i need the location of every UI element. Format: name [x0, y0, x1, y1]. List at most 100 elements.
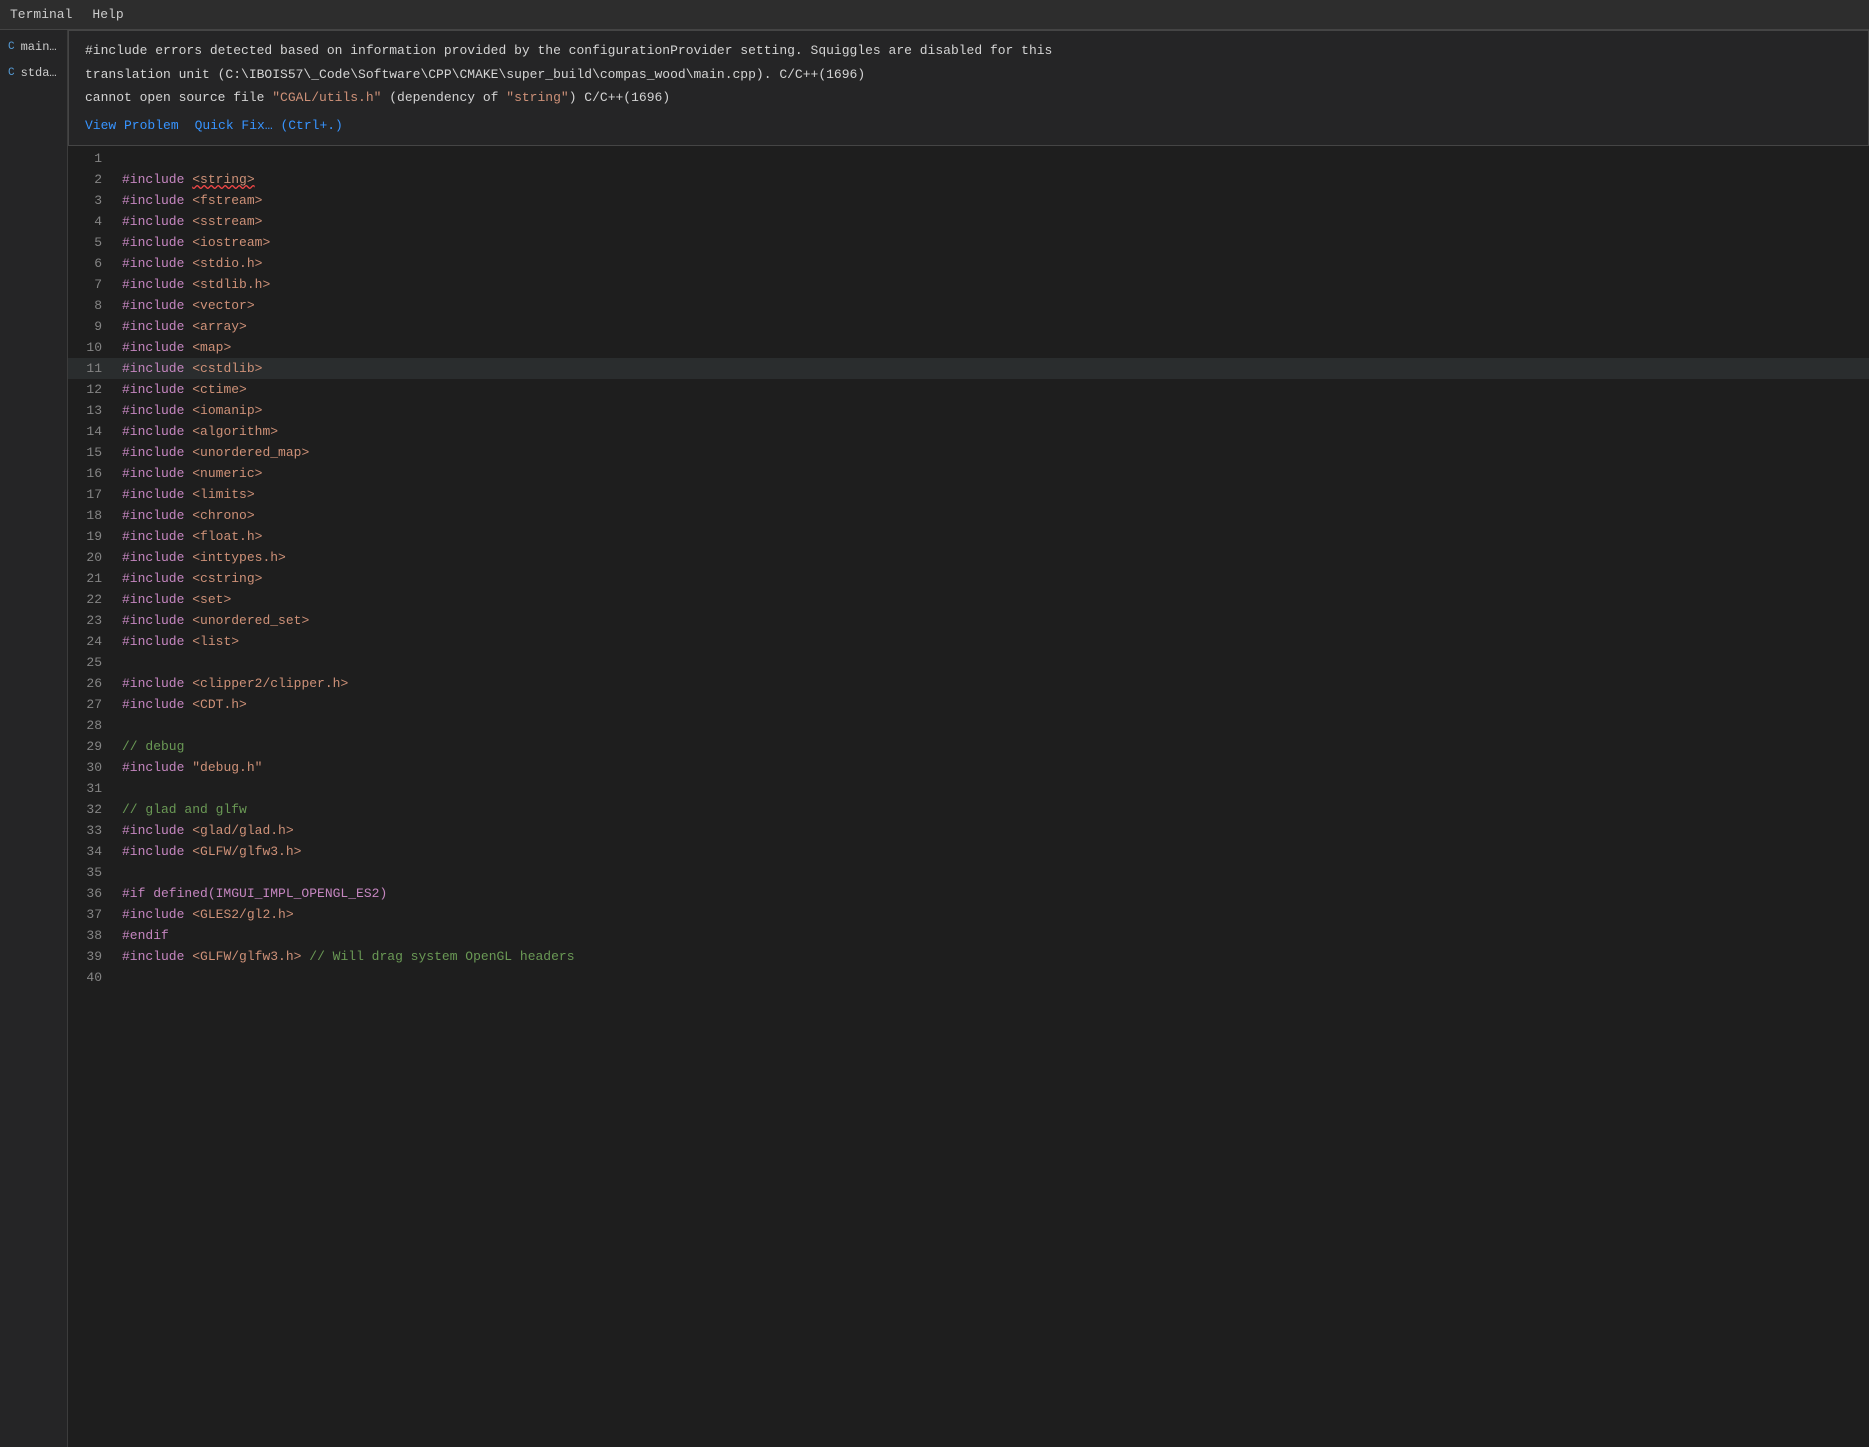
code-editor[interactable]: 1 2#include <string>3#include <fstream> 4…	[68, 146, 1869, 1447]
include-path-token: <GLES2/gl2.h>	[192, 907, 293, 922]
sidebar-file-name-stdaf: stdaf...	[21, 66, 59, 80]
include-path-token: <unordered_set>	[192, 613, 309, 628]
code-line-1: 1	[68, 148, 1869, 169]
line-content-26: #include <clipper2/clipper.h>	[118, 673, 1869, 694]
line-content-19: #include <float.h>	[118, 526, 1869, 547]
preprocessor-token: #include	[122, 634, 184, 649]
line-content-24: #include <list>	[118, 631, 1869, 652]
sidebar-file-name-main: main.c	[21, 40, 59, 54]
include-path-token: <string>	[192, 172, 254, 187]
cpp-file-icon: C	[8, 41, 15, 53]
line-number-39: 39	[68, 946, 118, 967]
code-line-31: 31	[68, 778, 1869, 799]
preprocessor-token: #include	[122, 571, 184, 586]
include-path-token: <vector>	[192, 298, 254, 313]
line-number-20: 20	[68, 547, 118, 568]
line-number-5: 5	[68, 232, 118, 253]
line-content-25	[118, 652, 1869, 673]
preprocessor-token: #include	[122, 340, 184, 355]
error-tooltip-text2: translation unit (C:\IBOIS57\_Code\Softw…	[85, 67, 865, 82]
include-path-token: <list>	[192, 634, 239, 649]
code-line-11: 11#include <cstdlib>	[68, 358, 1869, 379]
code-line-14: 14#include <algorithm>	[68, 421, 1869, 442]
line-content-30: #include "debug.h"	[118, 757, 1869, 778]
code-line-8: 8#include <vector>	[68, 295, 1869, 316]
line-content-36: #if defined(IMGUI_IMPL_OPENGL_ES2)	[118, 883, 1869, 904]
preprocessor-token: #include	[122, 844, 184, 859]
line-content-33: #include <glad/glad.h>	[118, 820, 1869, 841]
line-content-23: #include <unordered_set>	[118, 610, 1869, 631]
code-line-19: 19#include <float.h>	[68, 526, 1869, 547]
include-path-token: <chrono>	[192, 508, 254, 523]
code-line-18: 18#include <chrono>	[68, 505, 1869, 526]
code-line-3: 3#include <fstream>	[68, 190, 1869, 211]
menu-terminal[interactable]: Terminal	[10, 7, 72, 22]
preprocessor-token: #include	[122, 382, 184, 397]
include-path-token: <cstdlib>	[192, 361, 262, 376]
line-number-13: 13	[68, 400, 118, 421]
code-line-28: 28	[68, 715, 1869, 736]
code-line-34: 34#include <GLFW/glfw3.h>	[68, 841, 1869, 862]
line-content-3: #include <fstream>	[118, 190, 1869, 211]
line-number-14: 14	[68, 421, 118, 442]
sidebar-file-main-cpp[interactable]: C main.c	[0, 36, 67, 58]
preprocessor-token: #include	[122, 550, 184, 565]
preprocessor-token: #include	[122, 487, 184, 502]
code-lines: 1 2#include <string>3#include <fstream> 4…	[68, 146, 1869, 988]
line-content-6: #include <stdio.h>	[118, 253, 1869, 274]
code-line-9: 9#include <array>	[68, 316, 1869, 337]
error-file-path: "CGAL/utils.h"	[272, 90, 381, 105]
line-content-32: // glad and glfw	[118, 799, 1869, 820]
sidebar: C main.c C stdaf...	[0, 30, 68, 1447]
line-content-17: #include <limits>	[118, 484, 1869, 505]
code-line-21: 21#include <cstring>	[68, 568, 1869, 589]
line-number-28: 28	[68, 715, 118, 736]
line-content-5: #include <iostream>	[118, 232, 1869, 253]
preprocessor-token: #include	[122, 277, 184, 292]
code-line-24: 24#include <list>	[68, 631, 1869, 652]
line-number-27: 27	[68, 694, 118, 715]
code-line-2: 2#include <string>	[68, 169, 1869, 190]
preprocessor-token: #include	[122, 403, 184, 418]
menu-help[interactable]: Help	[92, 7, 123, 22]
preprocessor-token: #include	[122, 508, 184, 523]
view-problem-link[interactable]: View Problem	[85, 116, 179, 136]
line-number-40: 40	[68, 967, 118, 988]
sidebar-file-stdaf[interactable]: C stdaf...	[0, 62, 67, 84]
line-content-21: #include <cstring>	[118, 568, 1869, 589]
line-content-34: #include <GLFW/glfw3.h>	[118, 841, 1869, 862]
line-content-15: #include <unordered_map>	[118, 442, 1869, 463]
quick-fix-link[interactable]: Quick Fix… (Ctrl+.)	[195, 116, 343, 136]
preprocessor-token: #include	[122, 613, 184, 628]
code-line-37: 37#include <GLES2/gl2.h>	[68, 904, 1869, 925]
line-content-4: #include <sstream>	[118, 211, 1869, 232]
line-number-11: 11	[68, 358, 118, 379]
line-number-29: 29	[68, 736, 118, 757]
code-line-29: 29// debug	[68, 736, 1869, 757]
error-close: ) C/C++(1696)	[569, 90, 670, 105]
code-line-38: 38#endif	[68, 925, 1869, 946]
include-path-token: <float.h>	[192, 529, 262, 544]
code-line-26: 26#include <clipper2/clipper.h>	[68, 673, 1869, 694]
line-content-16: #include <numeric>	[118, 463, 1869, 484]
preprocessor-token: #include	[122, 319, 184, 334]
comment-token: // Will drag system OpenGL headers	[309, 949, 574, 964]
preprocessor-token: #include	[122, 361, 184, 376]
string-token: "debug.h"	[192, 760, 262, 775]
line-number-1: 1	[68, 148, 118, 169]
line-content-11: #include <cstdlib>	[118, 358, 1869, 379]
line-content-37: #include <GLES2/gl2.h>	[118, 904, 1869, 925]
include-path-token: <unordered_map>	[192, 445, 309, 460]
error-dep-pre: (dependency of	[381, 90, 506, 105]
line-number-15: 15	[68, 442, 118, 463]
preprocessor-token: #if defined(IMGUI_IMPL_OPENGL_ES2)	[122, 886, 387, 901]
line-content-14: #include <algorithm>	[118, 421, 1869, 442]
error-tooltip-line1: #include errors detected based on inform…	[85, 41, 1852, 61]
include-path-token: <iostream>	[192, 235, 270, 250]
include-path-token: <GLFW/glfw3.h>	[192, 949, 301, 964]
line-content-12: #include <ctime>	[118, 379, 1869, 400]
include-path-token: <iomanip>	[192, 403, 262, 418]
top-menubar: Terminal Help	[0, 0, 1869, 30]
line-content-18: #include <chrono>	[118, 505, 1869, 526]
line-number-23: 23	[68, 610, 118, 631]
